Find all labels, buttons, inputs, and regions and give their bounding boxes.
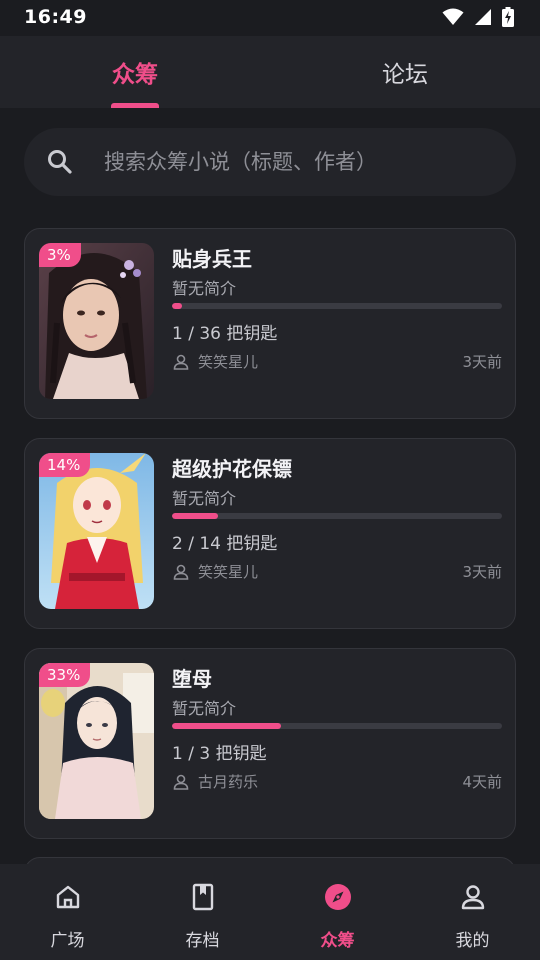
bottom-nav: 广场 存档 众筹 我的: [0, 864, 540, 960]
person-icon: [461, 885, 484, 910]
novel-card[interactable]: 33% 堕母 暂无简介 1 / 3 把钥匙 古月药乐 4天前: [24, 648, 516, 839]
nav-item-me[interactable]: 我的: [405, 864, 540, 960]
funding-progress-fill: [172, 723, 281, 729]
novel-description: 暂无简介: [172, 489, 237, 508]
post-time: 3天前: [462, 563, 502, 581]
author-name: 笑笑星儿: [198, 563, 259, 581]
person-icon: [173, 354, 189, 370]
nav-label-plaza: 广场: [50, 931, 85, 951]
progress-percent-badge: 3%: [39, 243, 81, 267]
progress-percent-badge: 14%: [39, 453, 91, 477]
novel-title: 堕母: [172, 667, 212, 691]
author-name: 古月药乐: [198, 773, 259, 791]
nav-label-archive: 存档: [185, 931, 220, 951]
tab-forum-label: 论坛: [382, 62, 428, 88]
author-name: 笑笑星儿: [198, 353, 259, 371]
novel-description: 暂无简介: [172, 279, 237, 298]
novel-description: 暂无简介: [172, 699, 237, 718]
status-bar: 16:49: [0, 0, 540, 34]
nav-item-archive[interactable]: 存档: [135, 864, 270, 960]
person-icon: [173, 774, 189, 790]
author: 古月药乐: [172, 771, 258, 792]
search-icon: [48, 150, 72, 174]
funding-progress-bar: [172, 513, 502, 519]
funding-progress-bar: [172, 723, 502, 729]
card-meta: 笑笑星儿 3天前: [172, 351, 502, 372]
novel-cover[interactable]: 14%: [39, 453, 154, 609]
funding-progress-fill: [172, 303, 182, 309]
search-input[interactable]: [104, 128, 516, 196]
novel-card[interactable]: 14% 超级护花保镖 暂无简介 2 / 14 把钥匙 笑笑星儿 3天前: [24, 438, 516, 629]
tab-crowdfunding[interactable]: 众筹: [0, 36, 270, 108]
crowdfunding-list: 3% 贴身兵王 暂无简介 1 / 36 把钥匙 笑笑星儿 3天前 14% 超级护…: [24, 228, 516, 858]
card-meta: 古月药乐 4天前: [172, 771, 502, 792]
search-bar[interactable]: [24, 128, 516, 196]
key-count: 1 / 36 把钥匙: [172, 324, 278, 344]
card-meta: 笑笑星儿 3天前: [172, 561, 502, 582]
nav-label-crowdfunding: 众筹: [320, 931, 355, 951]
battery-charging-icon: [502, 7, 514, 27]
post-time: 4天前: [462, 773, 502, 791]
top-tab-bar: 众筹 论坛: [0, 36, 540, 108]
wifi-icon: [442, 8, 464, 25]
funding-progress-fill: [172, 513, 219, 519]
key-count: 1 / 3 把钥匙: [172, 744, 267, 764]
status-icons: [442, 7, 514, 27]
tab-forum[interactable]: 论坛: [270, 36, 540, 108]
progress-percent-badge: 33%: [39, 663, 91, 687]
post-time: 3天前: [462, 353, 502, 371]
nav-label-me: 我的: [455, 931, 490, 951]
active-tab-indicator: [111, 103, 159, 108]
novel-cover[interactable]: 3%: [39, 243, 154, 399]
key-count: 2 / 14 把钥匙: [172, 534, 278, 554]
nav-item-crowdfunding[interactable]: 众筹: [270, 864, 405, 960]
author: 笑笑星儿: [172, 561, 258, 582]
novel-title: 超级护花保镖: [172, 457, 292, 481]
bookmark-book-icon: [192, 883, 213, 911]
home-icon: [56, 885, 79, 909]
compass-icon: [324, 884, 351, 910]
status-time: 16:49: [24, 6, 87, 28]
novel-title: 贴身兵王: [172, 247, 252, 271]
signal-icon: [475, 9, 491, 25]
novel-cover[interactable]: 33%: [39, 663, 154, 819]
person-icon: [173, 564, 189, 580]
tab-crowdfunding-label: 众筹: [112, 62, 158, 88]
nav-item-plaza[interactable]: 广场: [0, 864, 135, 960]
novel-card[interactable]: 3% 贴身兵王 暂无简介 1 / 36 把钥匙 笑笑星儿 3天前: [24, 228, 516, 419]
funding-progress-bar: [172, 303, 502, 309]
author: 笑笑星儿: [172, 351, 258, 372]
